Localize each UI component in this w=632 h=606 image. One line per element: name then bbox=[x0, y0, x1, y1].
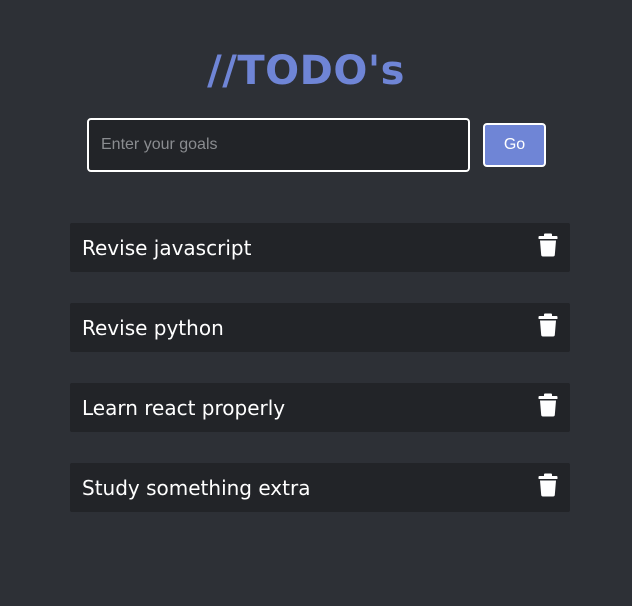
go-button[interactable]: Go bbox=[483, 123, 546, 167]
todo-item: Learn react properly bbox=[70, 383, 570, 432]
todo-text: Learn react properly bbox=[82, 396, 286, 420]
todo-item: Revise python bbox=[70, 303, 570, 352]
trash-icon bbox=[538, 473, 558, 497]
todo-text: Revise python bbox=[82, 316, 224, 340]
todo-item: Revise javascript bbox=[70, 223, 570, 272]
goal-input[interactable] bbox=[87, 118, 470, 172]
todo-text: Revise javascript bbox=[82, 236, 252, 260]
todo-text: Study something extra bbox=[82, 476, 311, 500]
page-title: //TODO's bbox=[207, 47, 405, 94]
delete-todo-button[interactable] bbox=[538, 393, 558, 417]
trash-icon bbox=[538, 233, 558, 257]
todo-list: Revise javascript Revise python Learn re… bbox=[70, 223, 570, 543]
trash-icon bbox=[538, 393, 558, 417]
trash-icon bbox=[538, 313, 558, 337]
todo-item: Study something extra bbox=[70, 463, 570, 512]
delete-todo-button[interactable] bbox=[538, 313, 558, 337]
delete-todo-button[interactable] bbox=[538, 233, 558, 257]
delete-todo-button[interactable] bbox=[538, 473, 558, 497]
